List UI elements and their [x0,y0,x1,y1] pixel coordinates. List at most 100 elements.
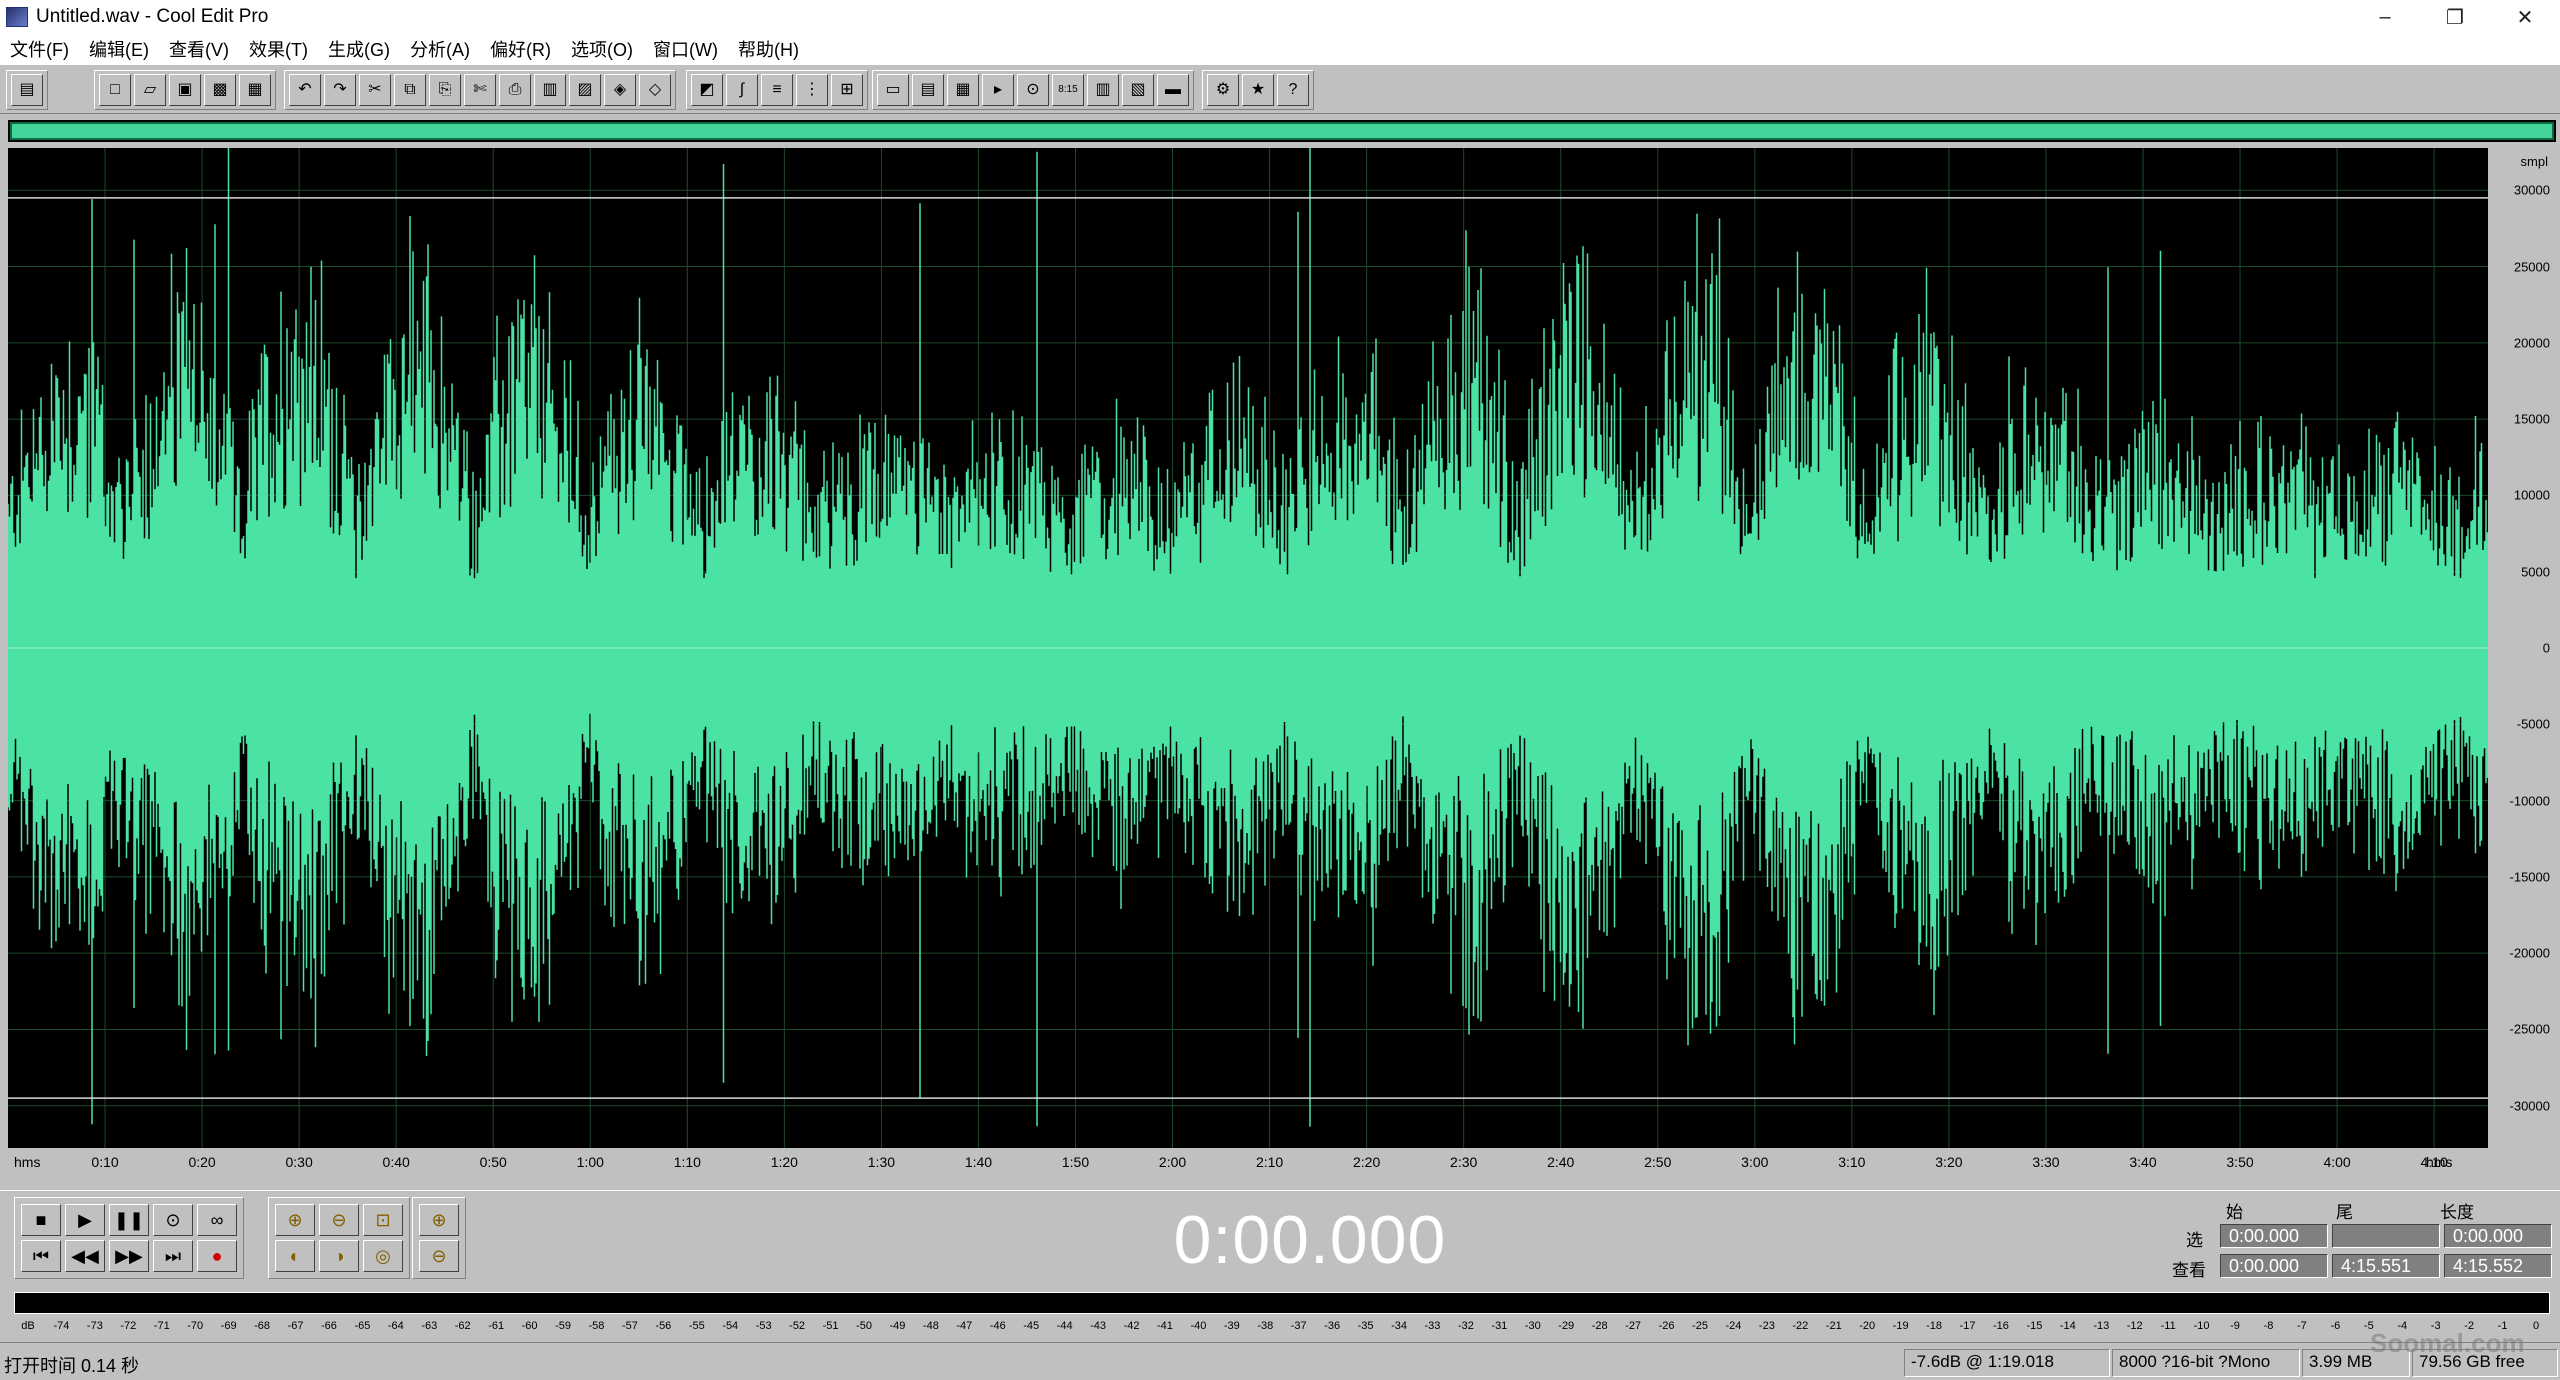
view-end-field[interactable]: 4:15.551 [2332,1254,2440,1278]
cue-list-button[interactable]: ▭ [877,74,909,106]
settings-button[interactable]: ⚙ [1207,74,1239,106]
zoom-in-vertical-button[interactable]: ⊕ [419,1204,459,1236]
play-to-end-button[interactable]: ⊙ [153,1204,193,1236]
selection-end-field[interactable] [2332,1224,2440,1248]
stop-button[interactable]: ■ [21,1204,61,1236]
mixer-button[interactable]: ▧ [1122,74,1154,106]
grid-button[interactable]: ⊞ [831,74,863,106]
vu-button[interactable]: ▬ [1157,74,1189,106]
loop-button[interactable]: ∞ [197,1204,237,1236]
level-scale-label: -11 [2160,1320,2176,1332]
play-button[interactable]: ▶ [65,1204,105,1236]
cool-edit-window: Untitled.wav - Cool Edit Pro – ❐ ✕ 文件(F)… [0,0,2560,1380]
envelope-button[interactable]: ∫ [726,74,758,106]
toolbar-group-misc: ⚙ ★? [1202,70,1314,110]
cut-button[interactable]: ✄ [464,74,496,106]
menu-analyze[interactable]: 分析(A) [400,36,480,62]
menu-options[interactable]: 选项(O) [561,36,643,62]
cue-button[interactable]: ◇ [639,74,671,106]
menu-file[interactable]: 文件(F) [0,36,79,62]
x-tick-label: 1:40 [964,1154,993,1170]
waveform-canvas[interactable] [8,148,2488,1148]
level-scale-label: -71 [153,1320,170,1332]
zoom-right-button[interactable]: ◑ [319,1240,359,1272]
menu-edit[interactable]: 编辑(E) [79,36,159,62]
toolbar-group-view: ▤ [6,70,48,110]
redo-button[interactable]: ↷ [324,74,356,106]
x-tick-label: 3:10 [1838,1154,1866,1170]
scripts-button[interactable]: ▸ [982,74,1014,106]
level-scale-label: -21 [1825,1320,1842,1332]
menu-help[interactable]: 帮助(H) [728,36,809,62]
multitrack-button[interactable]: ▤ [11,74,43,106]
play-list-button[interactable]: ▤ [912,74,944,106]
zoom-selection-button[interactable]: ◎ [363,1240,403,1272]
y-tick-label: 30000 [2513,182,2550,198]
view-length-field[interactable]: 4:15.552 [2444,1254,2552,1278]
copy-to-new-button[interactable]: ⎘ [429,74,461,106]
view-begin-field[interactable]: 0:00.000 [2220,1254,2328,1278]
paste-button[interactable]: ⎙ [499,74,531,106]
menu-effects[interactable]: 效果(T) [239,36,318,62]
overview-view-window[interactable] [10,122,2554,140]
restore-button[interactable]: ❐ [2420,0,2490,34]
watermark: Soomal.com [2370,1328,2525,1358]
zoom-left-button[interactable]: ◐ [275,1240,315,1272]
copy-button[interactable]: ⧉ [394,74,426,106]
trim-button[interactable]: ◈ [604,74,636,106]
save-as-button[interactable]: ▩ [204,74,236,106]
record-button[interactable]: ● [197,1240,237,1272]
repeat-button[interactable]: ✂ [359,74,391,106]
new-file-button[interactable]: □ [99,74,131,106]
x-tick-label: 2:50 [1644,1154,1672,1170]
zoom-out-button[interactable]: ⊖ [319,1204,359,1236]
menu-view[interactable]: 查看(V) [159,36,239,62]
go-end-button[interactable]: ⏭ [153,1240,193,1272]
mix-paste-button[interactable]: ▨ [569,74,601,106]
level-scale-label: -32 [1457,1320,1474,1332]
record-icon: ● [211,1245,223,1266]
zoom-in-button[interactable]: ⊕ [275,1204,315,1236]
zoom-button[interactable]: ⊙ [1017,74,1049,106]
insert-button[interactable]: ≡ [761,74,793,106]
minimize-button[interactable]: – [2350,0,2420,34]
paste-new-button[interactable]: ▥ [534,74,566,106]
level-scale-label: -66 [321,1320,337,1332]
level-scale-label: -6 [2330,1320,2341,1332]
y-tick-label: -15000 [2509,869,2550,885]
toolbar-group-edit: ↶ ↷ ✂ ⧉ ⎘ ✄ ⎙ ▥ ▨ ◈ ◇ [284,70,676,110]
overview-bar[interactable] [8,120,2556,142]
info-button[interactable]: ▦ [947,74,979,106]
meter-button[interactable]: ▥ [1087,74,1119,106]
menu-generate[interactable]: 生成(G) [318,36,400,62]
save-button[interactable]: ▣ [169,74,201,106]
selection-length-field[interactable]: 0:00.000 [2444,1224,2552,1248]
rewind-button[interactable]: ◀◀ [65,1240,105,1272]
zoom-out-vertical-button[interactable]: ⊖ [419,1240,459,1272]
open-file-button[interactable]: ▱ [134,74,166,106]
close-file-button[interactable]: ▦ [239,74,271,106]
favorites-button[interactable]: ★ [1242,74,1274,106]
snap-button[interactable]: ⋮ [796,74,828,106]
menu-window[interactable]: 窗口(W) [643,36,728,62]
menu-favorites[interactable]: 偏好(R) [480,36,561,62]
x-tick-label: 2:10 [1255,1154,1284,1170]
open-time-status: 打开时间 0.14 秒 [4,1356,140,1376]
repeat-icon: ✂ [368,81,382,98]
time-ruler[interactable]: hms hms 0:10 0:20 0:30 0:40 0:50 1:00 1:10 1:20… [8,1148,2556,1178]
go-start-icon: ⏮ [32,1245,50,1266]
pause-button[interactable]: ❚❚ [109,1204,149,1236]
level-scale-label: -26 [1658,1320,1675,1332]
close-button[interactable]: ✕ [2490,0,2560,34]
level-scale-label: -47 [956,1320,973,1332]
zoom-full-button[interactable]: ⊡ [363,1204,403,1236]
snap-icon: ⋮ [804,81,820,98]
go-start-button[interactable]: ⏮ [21,1240,61,1272]
undo-button[interactable]: ↶ [289,74,321,106]
copy-to-new-icon: ⎘ [438,81,452,98]
spectral-view-button[interactable]: ◩ [691,74,723,106]
fast-forward-button[interactable]: ▶▶ [109,1240,149,1272]
selection-begin-field[interactable]: 0:00.000 [2220,1224,2328,1248]
time-display-button[interactable]: 8:15 [1052,74,1084,106]
help-button[interactable]: ? [1277,74,1309,106]
